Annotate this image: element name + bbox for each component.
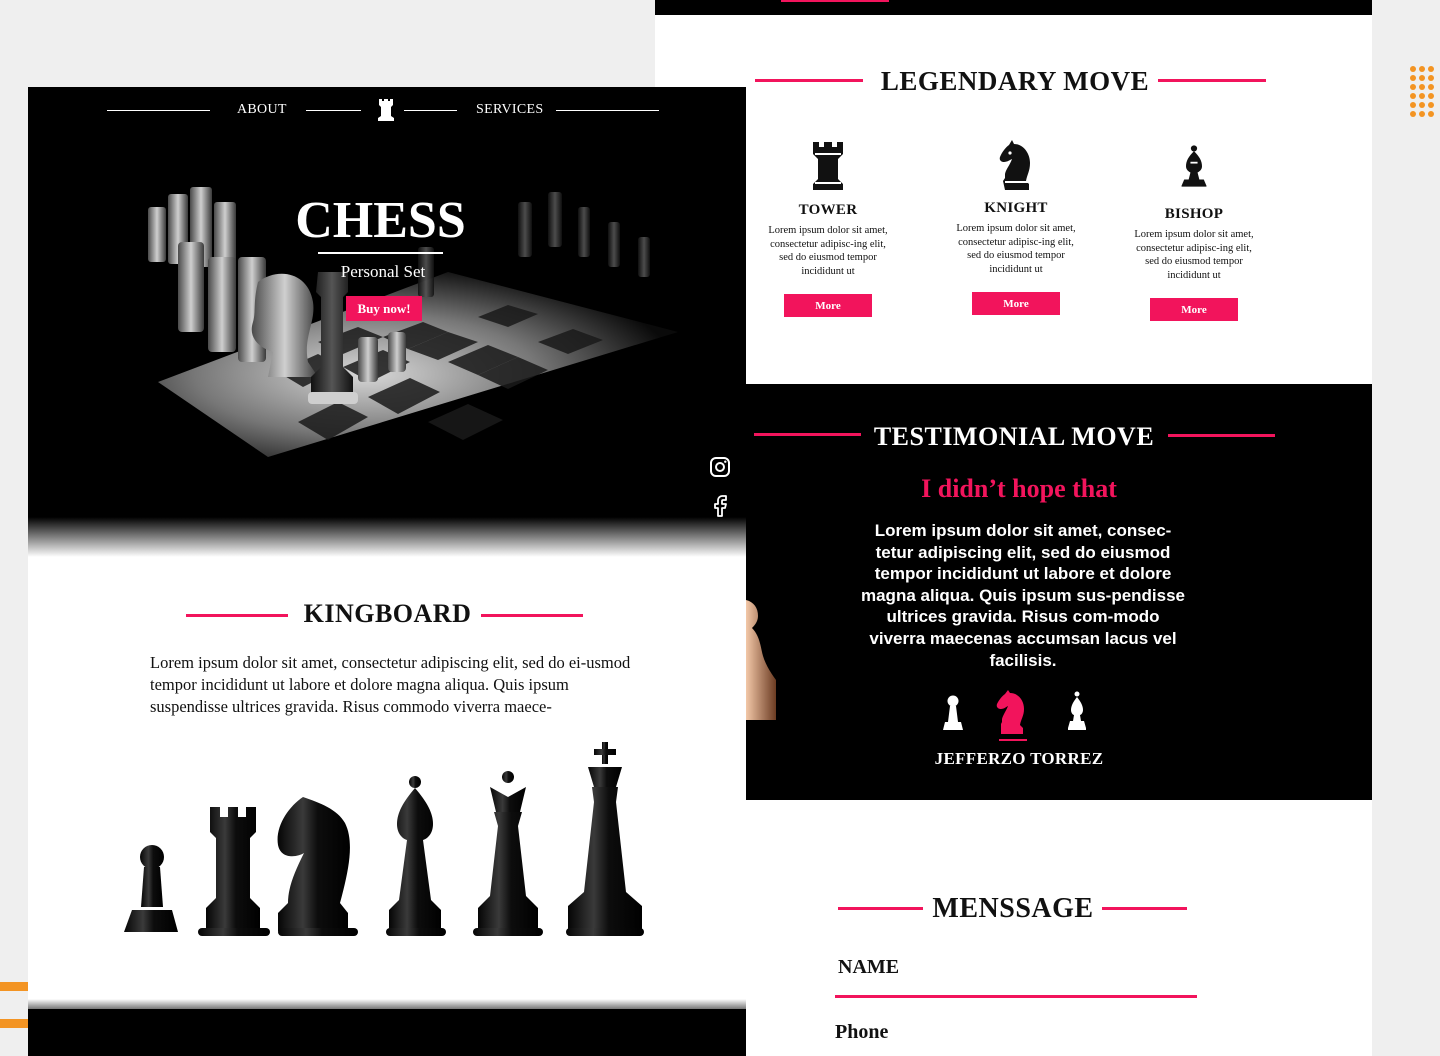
right-top-accent <box>781 0 889 2</box>
card-knight: KNIGHT Lorem ipsum dolor sit amet, conse… <box>941 138 1091 315</box>
card-bishop: BISHOP Lorem ipsum dolor sit amet, conse… <box>1119 144 1269 321</box>
right-page: LEGENDARY MOVE TOWER Lorem ipsum dolor s… <box>655 0 1372 1056</box>
section-line <box>1168 434 1275 437</box>
card-title: KNIGHT <box>984 200 1048 216</box>
knight-avatar-icon <box>996 690 1027 741</box>
nav-about-link[interactable]: ABOUT <box>237 102 287 118</box>
more-button[interactable]: More <box>1150 298 1238 321</box>
card-tower: TOWER Lorem ipsum dolor sit amet, consec… <box>753 138 903 317</box>
top-nav: ABOUT SERVICES <box>28 98 746 122</box>
testimonial-quote: I didn’t hope that <box>921 474 1117 503</box>
footer-shadow <box>28 999 746 1009</box>
facebook-icon[interactable] <box>708 493 732 517</box>
rook-icon <box>813 142 843 190</box>
nav-line <box>306 110 361 111</box>
section-line <box>755 79 863 82</box>
rook-icon[interactable] <box>377 98 395 122</box>
card-text: Lorem ipsum dolor sit amet, consectetur … <box>956 223 1076 275</box>
name-field[interactable] <box>835 995 1197 998</box>
card-title: BISHOP <box>1164 206 1224 222</box>
card-text: Lorem ipsum dolor sit amet, consectetur … <box>768 225 888 277</box>
pawn-icon <box>943 695 963 730</box>
bishop-icon <box>1068 691 1086 730</box>
more-button[interactable]: More <box>784 294 872 317</box>
card-title: TOWER <box>798 202 858 218</box>
name-label: NAME <box>838 956 900 978</box>
knight-piece <box>277 797 358 936</box>
section-line <box>1158 79 1266 82</box>
section-line <box>481 614 583 617</box>
instagram-icon[interactable] <box>708 455 732 479</box>
nav-services-link[interactable]: SERVICES <box>476 102 543 118</box>
rook-piece <box>198 807 270 936</box>
pawn-image <box>746 600 776 720</box>
right-top-bar <box>655 0 1372 15</box>
queen-piece <box>473 771 543 936</box>
nav-line <box>556 110 659 111</box>
legendary-title: LEGENDARY MOVE <box>880 66 1150 96</box>
section-line <box>186 614 288 617</box>
decor-bar <box>0 1019 28 1028</box>
bishop-icon <box>1181 145 1207 187</box>
section-line <box>1102 907 1187 910</box>
section-line <box>838 907 923 910</box>
king-piece <box>566 742 644 936</box>
knight-icon <box>999 140 1030 190</box>
message-title: MENSSAGE <box>932 893 1094 924</box>
more-button[interactable]: More <box>972 292 1060 315</box>
chess-pieces-image <box>124 742 644 936</box>
footer-bar <box>28 1009 746 1056</box>
hero-title-underline <box>318 252 443 254</box>
hero-title: CHESS <box>295 192 466 249</box>
testimonial-section: TESTIMONIAL MOVE I didn’t hope that Lore… <box>746 384 1372 800</box>
nav-line <box>404 110 457 111</box>
decor-bar <box>0 982 28 991</box>
hero-subtitle: Personal Set <box>340 262 426 281</box>
testimonial-text: Lorem ipsum dolor sit amet, consec-tetur… <box>860 521 1186 670</box>
testimonial-title: TESTIMONIAL MOVE <box>873 422 1155 451</box>
kingboard-text: Lorem ipsum dolor sit amet, consectetur … <box>150 653 631 716</box>
section-line <box>754 433 861 436</box>
kingboard-title: KINGBOARD <box>303 599 472 628</box>
pawn-piece <box>124 845 178 932</box>
card-text: Lorem ipsum dolor sit amet, consectetur … <box>1134 229 1254 281</box>
buy-now-button[interactable]: Buy now! <box>346 296 422 321</box>
hero-fade <box>28 517 746 557</box>
nav-line <box>107 110 210 111</box>
hero-section: ABOUT SERVICES CHESS Personal Set Buy no… <box>28 87 746 557</box>
left-page: ABOUT SERVICES CHESS Personal Set Buy no… <box>28 87 746 1056</box>
decor-dots <box>1410 66 1434 117</box>
testimonial-author: JEFFERZO TORREZ <box>934 749 1104 768</box>
phone-label: Phone <box>835 1021 889 1043</box>
testimonial-avatars <box>943 690 1086 741</box>
bishop-piece <box>386 776 446 936</box>
